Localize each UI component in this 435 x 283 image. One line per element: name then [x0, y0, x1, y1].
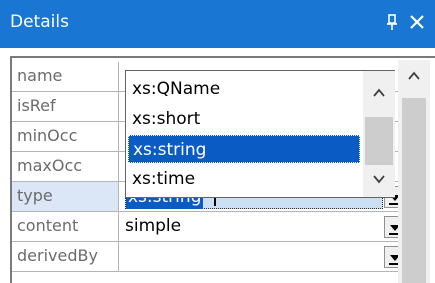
property-label: maxOcc — [12, 152, 119, 182]
grid-row-derivedby[interactable]: derivedBy — [12, 242, 410, 272]
property-label: name — [12, 62, 119, 92]
scroll-up-arrow-icon[interactable] — [407, 68, 421, 82]
property-value[interactable]: simple — [119, 212, 409, 242]
grid-scrollbar-thumb[interactable] — [402, 98, 426, 283]
property-label: minOcc — [12, 122, 119, 152]
grid-row-content[interactable]: content simple — [12, 212, 410, 242]
dropdown-scroll-up-icon[interactable] — [372, 85, 386, 99]
content-value: simple — [125, 216, 182, 236]
property-label: type — [12, 182, 119, 212]
dropdown-scrollbar-thumb[interactable] — [365, 117, 393, 165]
type-dropdown-list[interactable]: xs:QName xs:short xs:string xs:time — [125, 70, 395, 198]
property-label: content — [12, 212, 119, 242]
dropdown-option-selected[interactable]: xs:string — [128, 135, 360, 163]
property-value[interactable] — [119, 242, 409, 272]
panel-title: Details — [10, 12, 69, 32]
dropdown-scrollbar[interactable] — [363, 71, 395, 197]
dropdown-option[interactable]: xs:time — [128, 165, 360, 193]
close-icon[interactable] — [408, 9, 426, 33]
details-panel: Details name isRef minOcc maxOcc type co… — [0, 0, 435, 283]
property-label: isRef — [12, 92, 119, 122]
panel-titlebar: Details — [0, 0, 435, 48]
dropdown-option[interactable]: xs:QName — [128, 75, 360, 103]
grid-scrollbar[interactable] — [398, 60, 430, 283]
property-label: derivedBy — [12, 242, 119, 272]
pin-icon[interactable] — [384, 11, 400, 33]
dropdown-option[interactable]: xs:short — [128, 105, 360, 133]
dropdown-scroll-down-icon[interactable] — [372, 171, 386, 185]
